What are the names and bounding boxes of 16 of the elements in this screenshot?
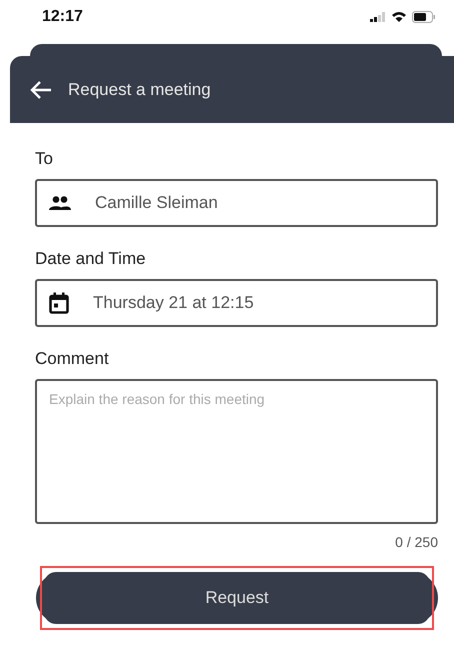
field-label: Date and Time — [35, 249, 147, 269]
status-time: 12:17 — [42, 8, 83, 26]
back-arrow-icon — [30, 80, 52, 100]
input-field[interactable]: Thursday 21 at 12:15 — [35, 279, 438, 327]
battery-icon — [412, 11, 436, 23]
character-counter: 0 / 250 — [395, 534, 438, 550]
calendar-icon — [49, 292, 69, 314]
people-icon — [49, 196, 71, 210]
comment-field[interactable]: Explain the reason for this meeting — [35, 379, 438, 524]
input-field[interactable]: Camille Sleiman — [35, 179, 438, 227]
wifi-icon — [391, 11, 407, 23]
field-label: Comment — [35, 349, 110, 369]
screen-title: Request a meeting — [68, 80, 211, 100]
signal-icon — [370, 12, 386, 22]
field-label: To — [35, 149, 54, 169]
request-button[interactable]: Request — [44, 572, 430, 624]
